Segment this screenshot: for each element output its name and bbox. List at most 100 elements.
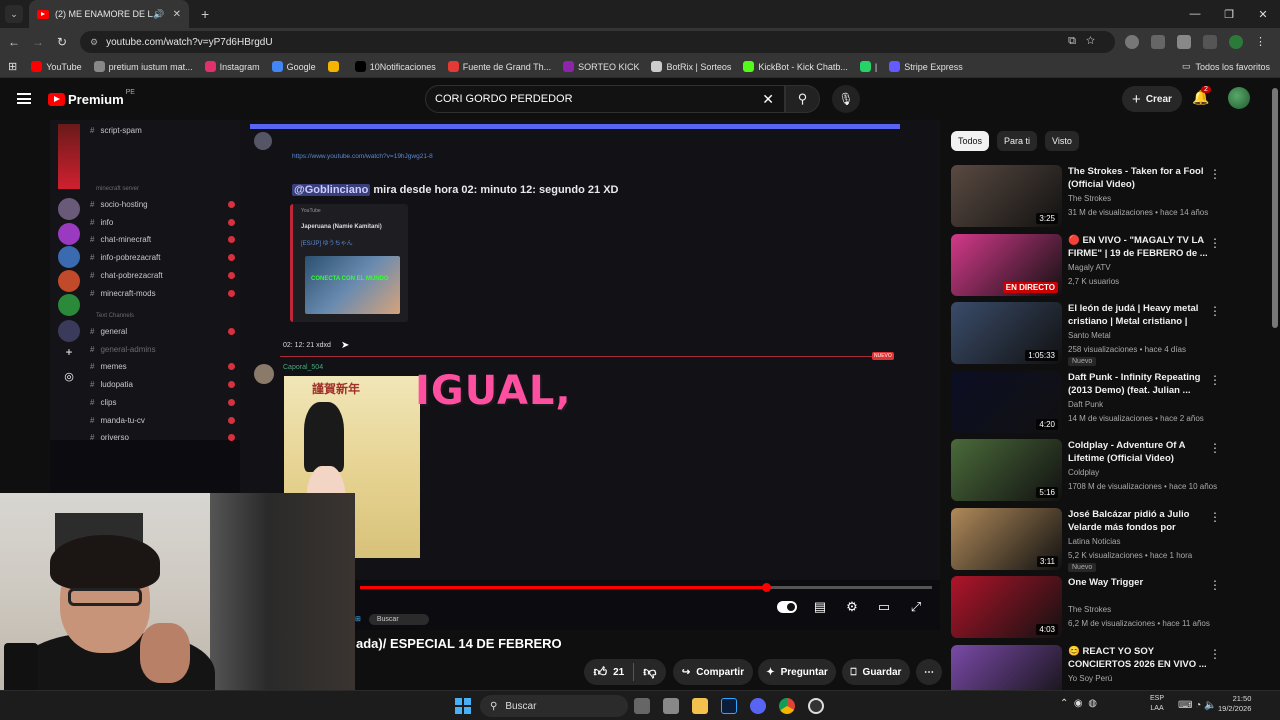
bookmark-item[interactable]: Google [271, 61, 316, 72]
scrubber-handle[interactable] [762, 583, 772, 592]
chip-para-ti[interactable]: Para ti [997, 131, 1038, 151]
video-title[interactable]: 🔴 EN VIVO - "MAGALY TV LA FIRME" | 19 de… [1068, 234, 1208, 260]
channel-name[interactable]: Magaly ATV [1068, 263, 1111, 272]
search-button[interactable]: ⚲ [785, 85, 820, 113]
language-indicator[interactable]: ESP LAA [1150, 694, 1164, 714]
site-info-icon[interactable]: ⚙ [90, 37, 98, 48]
recommendation-item[interactable]: 1:05:33 El león de judá | Heavy metal cri… [951, 302, 1271, 366]
windows-start-icon[interactable] [455, 698, 471, 714]
more-options-icon[interactable]: ⋮ [1209, 647, 1221, 661]
file-explorer-icon[interactable] [692, 698, 708, 714]
extension-icon[interactable] [1125, 35, 1139, 49]
channel-name[interactable]: Yo Soy Perú [1068, 674, 1112, 683]
tab-groups-icon[interactable] [1203, 35, 1217, 49]
share-button[interactable]: ↪ Compartir [673, 659, 753, 685]
page-scrollbar[interactable] [1272, 88, 1278, 328]
clear-search-icon[interactable]: ✕ [762, 91, 774, 108]
browser-tab[interactable]: (2) ME ENAMORE DE LA JAP 🔊 ✕ [29, 0, 189, 28]
video-title[interactable]: The Strokes - Taken for a Fool (Official… [1068, 165, 1208, 191]
bookmark-item[interactable]: KickBot - Kick Chatb... [743, 61, 848, 72]
minimize-icon[interactable]: — [1178, 0, 1212, 28]
close-window-icon[interactable]: ✕ [1246, 0, 1280, 28]
chip-visto[interactable]: Visto [1045, 131, 1079, 151]
more-options-icon[interactable]: ⋮ [1209, 373, 1221, 387]
close-tab-icon[interactable]: ✕ [173, 9, 181, 20]
apps-grid-icon[interactable]: ⊞ [8, 60, 17, 73]
extension-icon[interactable] [1151, 35, 1165, 49]
network-volume-icons[interactable]: ⌨ ◔ 🔈 [1178, 700, 1216, 711]
video-title[interactable]: El león de judá | Heavy metal cristiano … [1068, 302, 1208, 329]
recommendation-item[interactable]: 3:25 The Strokes - Taken for a Fool (Offi… [951, 165, 1271, 227]
create-button[interactable]: + Crear [1122, 86, 1182, 112]
channel-name[interactable]: Latina Noticias [1068, 537, 1120, 546]
recommendation-item[interactable]: 5:16 Coldplay - Adventure Of A Lifetime (… [951, 439, 1271, 501]
bookmark-item[interactable]: 10Notificaciones [354, 61, 436, 72]
dislike-button[interactable]: 👎︎ [643, 664, 656, 680]
menu-icon[interactable] [17, 93, 31, 104]
restore-icon[interactable]: ❐ [1212, 0, 1246, 28]
recommendation-item[interactable]: 3:11 José Balcázar pidió a Julio Velarde … [951, 507, 1271, 572]
obs-icon[interactable] [808, 698, 824, 714]
channel-name[interactable]: Santo Metal [1068, 331, 1111, 340]
bookmark-item[interactable] [327, 61, 343, 72]
video-title[interactable]: José Balcázar pidió a Julio Velarde más … [1068, 508, 1208, 535]
video-title[interactable]: Coldplay - Adventure Of A Lifetime (Offi… [1068, 439, 1208, 465]
puzzle-icon[interactable] [1177, 35, 1191, 49]
taskbar-search[interactable]: ⚲ Buscar [480, 695, 628, 717]
bookmark-item[interactable]: Fuente de Grand Th... [447, 61, 551, 72]
youtube-premium-logo[interactable]: Premium PE [48, 89, 135, 107]
video-thumbnail[interactable]: 4:20 [951, 370, 1062, 433]
save-button[interactable]: ⎕ Guardar [842, 659, 910, 685]
bookmark-star-icon[interactable]: ⧉☆ [1068, 35, 1105, 48]
subtitles-icon[interactable]: ▤ [811, 598, 829, 616]
video-thumbnail[interactable]: 3:11 [951, 507, 1062, 570]
video-thumbnail[interactable]: 3:25 [951, 165, 1062, 227]
new-tab-button[interactable]: + [201, 6, 209, 22]
recommendation-item[interactable]: 4:20 Daft Punk - Infinity Repeating (2013… [951, 370, 1271, 433]
ask-button[interactable]: ✦ Preguntar [758, 659, 836, 685]
more-options-icon[interactable]: ⋮ [1209, 578, 1221, 592]
photoshop-icon[interactable] [721, 698, 737, 714]
url-bar[interactable]: ⚙ youtube.com/watch?v=yP7d6HBrgdU ⧉☆ [80, 31, 1115, 53]
video-title[interactable]: Daft Punk - Infinity Repeating (2013 Dem… [1068, 371, 1208, 397]
video-thumbnail[interactable]: 1:05:33 [951, 302, 1062, 364]
autoplay-toggle[interactable] [777, 601, 797, 613]
settings-gear-icon[interactable]: ⚙ [843, 598, 861, 616]
back-icon[interactable]: ← [2, 35, 26, 49]
more-options-icon[interactable]: ⋮ [1209, 510, 1221, 524]
notifications-button[interactable]: 🔔 2 [1192, 86, 1211, 106]
fullscreen-icon[interactable]: ⤢ [907, 598, 925, 616]
all-favorites[interactable]: ▭ Todos los favoritos [1182, 61, 1270, 72]
reload-icon[interactable]: ↻ [50, 35, 74, 49]
video-thumbnail[interactable]: 4:03 [951, 576, 1062, 638]
video-title[interactable]: One Way Trigger [1068, 576, 1208, 589]
bookmark-item[interactable]: YouTube [31, 61, 82, 72]
channel-name[interactable]: Coldplay [1068, 468, 1099, 477]
video-thumbnail[interactable]: EN DIRECTO [951, 233, 1062, 296]
bookmark-item[interactable]: BotRix | Sorteos [651, 61, 731, 72]
discord-icon[interactable] [750, 698, 766, 714]
recommendation-item[interactable]: EN DIRECTO 🔴 EN VIVO - "MAGALY TV LA FIRM… [951, 233, 1271, 296]
channel-name[interactable]: The Strokes [1068, 194, 1111, 203]
forward-icon[interactable]: → [26, 35, 50, 49]
taskbar-clock[interactable]: 21:50 19/2/2026 [1218, 694, 1251, 714]
account-avatar[interactable] [1228, 87, 1250, 109]
chrome-icon[interactable] [779, 698, 795, 714]
system-tray[interactable]: ⌃ ◉ ◍ [1060, 698, 1097, 709]
bookmark-item[interactable]: Stripe Express [889, 61, 963, 72]
video-title[interactable]: 😊 REACT YO SOY CONCIERTOS 2026 EN VIVO .… [1068, 645, 1208, 671]
channel-name[interactable]: Daft Punk [1068, 400, 1103, 409]
recommendation-item[interactable]: 4:03 One Way Trigger The Strokes 6,2 M de v… [951, 576, 1271, 638]
voice-search-button[interactable]: 🎙 [832, 85, 860, 113]
more-options-icon[interactable]: ⋮ [1209, 236, 1221, 250]
more-options-icon[interactable]: ⋮ [1209, 304, 1221, 318]
more-options-icon[interactable]: ⋮ [1209, 167, 1221, 181]
bookmark-item[interactable]: Instagram [204, 61, 260, 72]
video-thumbnail[interactable]: 5:16 [951, 439, 1062, 501]
speaker-icon[interactable]: 🔊 [153, 9, 164, 20]
theater-mode-icon[interactable]: ▭ [875, 598, 893, 616]
like-button[interactable]: 👍︎ 21 [594, 664, 625, 680]
chip-todos[interactable]: Todos [951, 131, 990, 151]
video-progress-bar[interactable] [360, 583, 932, 592]
bookmark-item[interactable]: | [859, 61, 877, 72]
